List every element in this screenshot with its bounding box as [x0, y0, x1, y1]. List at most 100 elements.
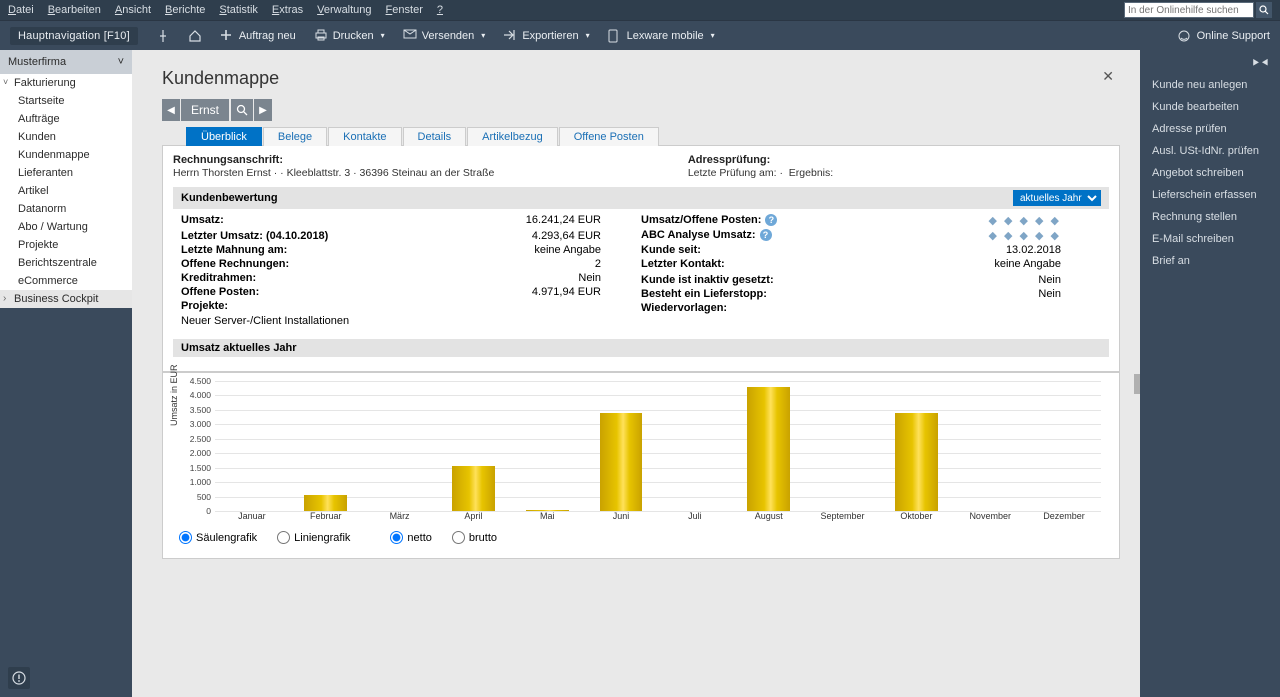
nav-item-ecommerce[interactable]: eCommerce: [0, 272, 132, 290]
kv-row: Wiedervorlagen:: [641, 301, 1101, 315]
menu-verwaltung[interactable]: Verwaltung: [317, 4, 371, 16]
section-kundenbewertung: Kundenbewertung aktuelles Jahr: [173, 187, 1109, 209]
tab-offeneposten[interactable]: Offene Posten: [559, 127, 659, 146]
chart-panel: Umsatz in EUR 05001.0001.5002.0002.5003.…: [162, 372, 1120, 559]
lexware-mobile-button[interactable]: Lexware mobile▾: [608, 29, 715, 43]
address-check-header: Adressprüfung:: [688, 154, 1109, 166]
new-order-button[interactable]: Auftrag neu: [220, 29, 296, 43]
menu-ansicht[interactable]: Ansicht: [115, 4, 151, 16]
kv-row: Offene Rechnungen:2: [181, 257, 641, 271]
projekte-text: Neuer Server-/Client Installationen: [173, 315, 1109, 331]
tab-kontakte[interactable]: Kontakte: [328, 127, 401, 146]
tab-berblick[interactable]: Überblick: [186, 127, 262, 146]
next-customer-button[interactable]: ▶: [254, 99, 272, 121]
menu-bearbeiten[interactable]: Bearbeiten: [48, 4, 101, 16]
send-button[interactable]: Versenden▾: [403, 29, 486, 43]
menu-?[interactable]: ?: [437, 4, 443, 16]
nav-item-berichtszentrale[interactable]: Berichtszentrale: [0, 254, 132, 272]
action-rechnung-stellen[interactable]: Rechnung stellen: [1140, 206, 1280, 228]
nav-item-datanorm[interactable]: Datanorm: [0, 200, 132, 218]
nav-item-abowartung[interactable]: Abo / Wartung: [0, 218, 132, 236]
home-button[interactable]: [188, 29, 202, 43]
radio-line[interactable]: Liniengrafik: [277, 531, 350, 544]
kv-row: Kunde seit:13.02.2018: [641, 243, 1101, 257]
chart-bar: [584, 381, 658, 511]
nav-item-startseite[interactable]: Startseite: [0, 92, 132, 110]
pin-icon[interactable]: [156, 29, 170, 43]
kv-row: Letzter Umsatz: (04.10.2018)4.293,64 EUR: [181, 229, 641, 243]
chart-bar: [879, 381, 953, 511]
chart-bar: [1027, 381, 1101, 511]
chart-bar: [953, 381, 1027, 511]
action-lieferschein-erfassen[interactable]: Lieferschein erfassen: [1140, 184, 1280, 206]
radio-brutto[interactable]: brutto: [452, 531, 497, 544]
action-brief-an[interactable]: Brief an: [1140, 250, 1280, 272]
nav-item-kunden[interactable]: Kunden: [0, 128, 132, 146]
lexware-mobile-label: Lexware mobile: [627, 30, 704, 42]
chart-bar: [436, 381, 510, 511]
pin-icon[interactable]: ⯈⯇: [1251, 56, 1270, 71]
new-order-label: Auftrag neu: [239, 30, 296, 42]
page-title: Kundenmappe: [162, 68, 1120, 89]
print-label: Drucken: [333, 30, 374, 42]
tab-belege[interactable]: Belege: [263, 127, 327, 146]
info-icon[interactable]: ?: [765, 214, 777, 226]
close-icon[interactable]: ✕: [1102, 68, 1114, 85]
overview-panel: Rechnungsanschrift: Herrn Thorsten Ernst…: [162, 145, 1120, 372]
nav-item-lieferanten[interactable]: Lieferanten: [0, 164, 132, 182]
send-label: Versenden: [422, 30, 475, 42]
customer-search-icon[interactable]: [231, 99, 253, 121]
nav-item-auftrge[interactable]: Aufträge: [0, 110, 132, 128]
customer-name: Ernst: [181, 99, 229, 121]
online-support-button[interactable]: Online Support: [1177, 29, 1270, 43]
info-icon[interactable]: ?: [760, 229, 772, 241]
kv-row: Besteht ein Lieferstopp:Nein: [641, 287, 1101, 301]
menu-fenster[interactable]: Fenster: [386, 4, 423, 16]
action-adresse-pr-fen[interactable]: Adresse prüfen: [1140, 118, 1280, 140]
online-support-label: Online Support: [1197, 30, 1270, 42]
action-e-mail-schreiben[interactable]: E-Mail schreiben: [1140, 228, 1280, 250]
menu-berichte[interactable]: Berichte: [165, 4, 205, 16]
nav-item-kundenmappe[interactable]: Kundenmappe: [0, 146, 132, 164]
alert-icon[interactable]: [8, 667, 30, 689]
support-icon: [1177, 29, 1191, 43]
help-search-input[interactable]: [1124, 2, 1254, 18]
help-search-go-icon[interactable]: [1256, 2, 1272, 18]
year-select[interactable]: aktuelles Jahr: [1013, 190, 1101, 206]
chart-bar: [732, 381, 806, 511]
kv-row: Kreditrahmen:Nein: [181, 271, 641, 285]
export-label: Exportieren: [522, 30, 578, 42]
nav-fakturierung[interactable]: Fakturierung: [0, 74, 132, 92]
action-angebot-schreiben[interactable]: Angebot schreiben: [1140, 162, 1280, 184]
customer-nav: ◀ Ernst ▶: [162, 99, 1120, 121]
nav-tree: Fakturierung StartseiteAufträgeKundenKun…: [0, 74, 132, 308]
menu-statistik[interactable]: Statistik: [219, 4, 258, 16]
hauptnav-button[interactable]: Hauptnavigation [F10]: [10, 27, 138, 45]
action-ausl--ust-idnr--pr-fen[interactable]: Ausl. USt-IdNr. prüfen: [1140, 140, 1280, 162]
nav-business-cockpit[interactable]: Business Cockpit: [0, 290, 132, 308]
sidebar-right: ⯈⯇ Kunde neu anlegenKunde bearbeitenAdre…: [1140, 50, 1280, 697]
main-content: Kundenmappe ✕ ◀ Ernst ▶ ÜberblickBelegeK…: [132, 50, 1140, 697]
chart-bar: [363, 381, 437, 511]
radio-netto[interactable]: netto: [390, 531, 431, 544]
action-kunde-bearbeiten[interactable]: Kunde bearbeiten: [1140, 96, 1280, 118]
sidebar-left: Musterfirma ˅ Fakturierung StartseiteAuf…: [0, 50, 132, 697]
kv-row: Umsatz/Offene Posten:?◆ ◆ ◆ ◆ ◆: [641, 213, 1101, 228]
print-button[interactable]: Drucken▾: [314, 29, 385, 43]
radio-bar[interactable]: Säulengrafik: [179, 531, 257, 544]
export-button[interactable]: Exportieren▾: [503, 29, 589, 43]
action-kunde-neu-anlegen[interactable]: Kunde neu anlegen: [1140, 74, 1280, 96]
tab-details[interactable]: Details: [403, 127, 467, 146]
menubar-items: Datei Bearbeiten Ansicht Berichte Statistik E…: [8, 4, 443, 16]
chart-x-labels: JanuarFebruarMärzAprilMaiJuniJuliAugustS…: [215, 511, 1101, 521]
kv-row: Kunde ist inaktiv gesetzt:Nein: [641, 273, 1101, 287]
nav-item-artikel[interactable]: Artikel: [0, 182, 132, 200]
chevron-down-icon: ˅: [118, 56, 124, 68]
menu-datei[interactable]: Datei: [8, 4, 34, 16]
nav-item-projekte[interactable]: Projekte: [0, 236, 132, 254]
company-selector[interactable]: Musterfirma ˅: [0, 50, 132, 74]
chart-bar: [510, 381, 584, 511]
prev-customer-button[interactable]: ◀: [162, 99, 180, 121]
menu-extras[interactable]: Extras: [272, 4, 303, 16]
tab-artikelbezug[interactable]: Artikelbezug: [467, 127, 558, 146]
